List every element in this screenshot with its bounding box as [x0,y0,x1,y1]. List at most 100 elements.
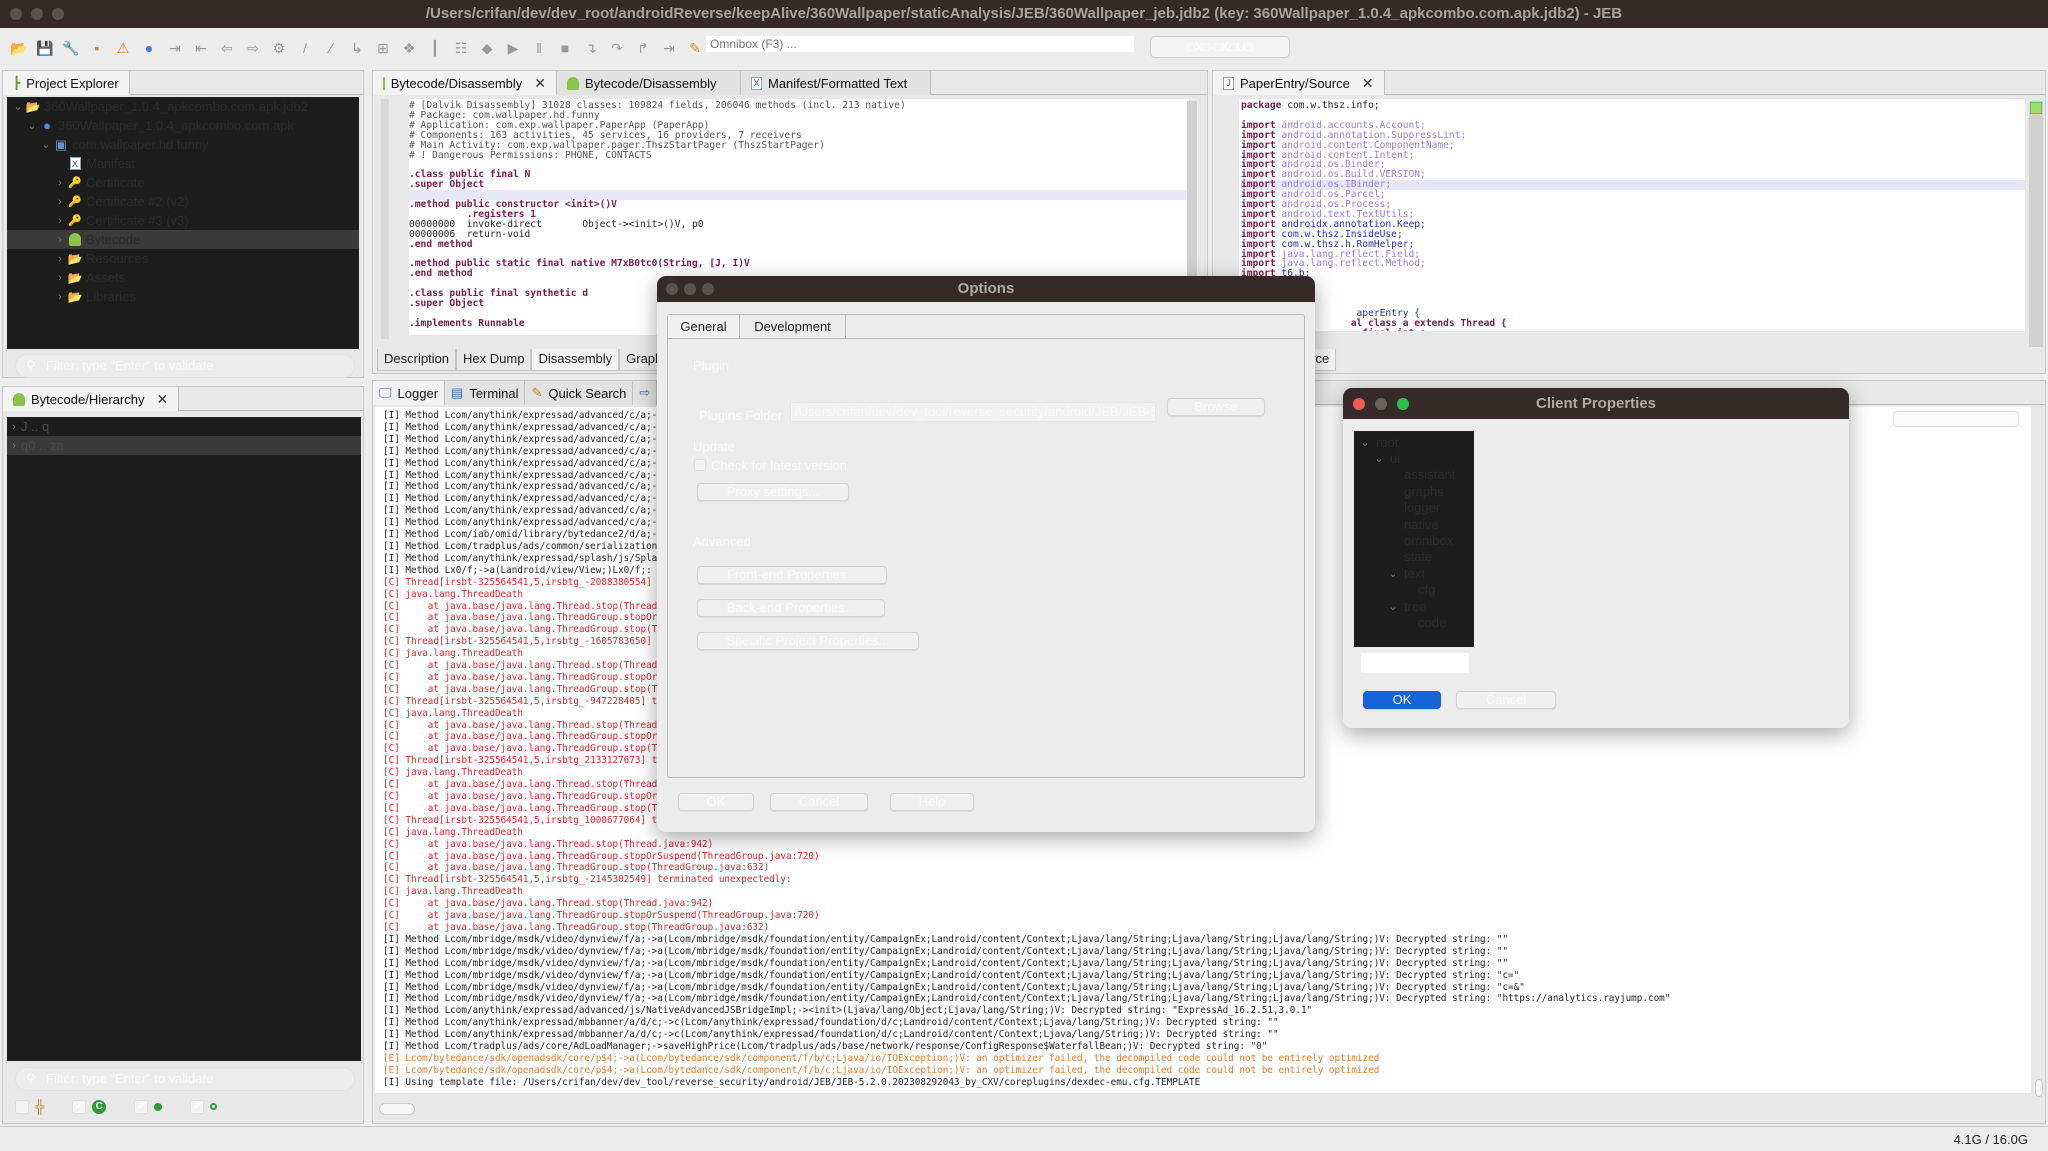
client-cancel-button[interactable]: Cancel [1456,691,1556,709]
tree-item[interactable]: › 📂 Assets [7,268,359,287]
close-tab-icon[interactable]: ✕ [534,75,546,92]
property-tree-item[interactable]: native [1354,516,1474,532]
logger-search-input[interactable] [1893,411,2019,427]
zoom-dialog-button[interactable] [702,283,714,295]
tab-editor-0[interactable]: Bytecode/Disassembly ✕ [373,71,557,95]
chevron-right-icon[interactable]: › [53,291,67,303]
open-folder-icon[interactable]: 📂 [10,39,28,57]
pause-icon[interactable]: ‖ [530,39,548,57]
chevron-down-icon[interactable]: ⌄ [11,100,25,113]
source-scrollbar[interactable] [2029,101,2043,347]
step-into-icon[interactable]: ↴ [582,39,600,57]
tree-item[interactable]: › 🔑 Certificate [7,173,359,192]
close-window-button[interactable] [10,8,22,20]
project-properties-button[interactable]: Specific Project Properties... [697,632,919,650]
project-filter-input[interactable]: ⚲ Filter: type "Enter" to validate [15,354,355,378]
step-over-icon[interactable]: ↷ [608,39,626,57]
property-tree-item[interactable]: graphs [1354,483,1474,499]
property-tree-item[interactable]: state [1354,549,1474,565]
tab-editor-1[interactable]: Bytecode/Disassembly [557,71,741,95]
tab-development[interactable]: Development [740,315,846,338]
check-latest-checkbox[interactable] [694,459,706,471]
tab-editor-2[interactable]: X Manifest/Formatted Text [741,71,931,95]
tab-console-more[interactable]: ⇨ [633,381,658,405]
filter-toggle[interactable]: ✓ [190,1099,218,1114]
tab-paperentry-source[interactable]: J PaperEntry/Source ✕ [1213,71,1385,95]
export-icon[interactable]: ⇤ [192,39,210,57]
filter-checkbox[interactable]: ✓ [72,1099,87,1114]
filter-checkbox[interactable]: ✓ [134,1099,149,1114]
chevron-down-icon[interactable]: ⌄ [1386,567,1400,580]
navigate-icon[interactable]: ↳ [348,39,366,57]
save-icon[interactable]: 💾 [36,39,54,57]
minimize-window-button[interactable] [31,8,43,20]
chevron-down-icon[interactable]: ⌄ [1386,600,1400,613]
run-to-icon[interactable]: ⇥ [660,39,678,57]
subtab-hex-dump[interactable]: Hex Dump [456,349,532,371]
options-help-button[interactable]: Help [890,793,974,811]
tree-item[interactable]: › J .. q [7,417,361,436]
property-value-input[interactable] [1361,653,1469,673]
chevron-right-icon[interactable]: › [53,215,67,227]
browse-button[interactable]: Browse [1167,398,1265,416]
zoom-dialog-button[interactable] [1397,398,1409,410]
chevron-down-icon[interactable]: ⌄ [1372,452,1386,465]
minimize-dialog-button[interactable] [684,283,696,295]
property-tree-item[interactable]: omnibox [1354,532,1474,548]
tree-item[interactable]: › Bytecode [7,230,359,249]
warning-icon[interactable]: ⚠ [114,39,132,57]
tab-general[interactable]: General [668,315,740,338]
tree-item[interactable]: ⌄ 📂 360Wallpaper_1.0.4_apkcombo.com.apk.jd… [7,97,359,116]
rename-icon[interactable]: ∕ [322,39,340,57]
proxy-settings-button[interactable]: Proxy settings... [697,483,849,501]
property-tree-item[interactable]: ⌄ text [1354,565,1474,581]
property-tree-item[interactable]: logger [1354,500,1474,516]
tree-item[interactable]: › q0 .. za [7,436,361,455]
chevron-right-icon[interactable]: › [53,272,67,284]
chevron-right-icon[interactable]: › [53,177,67,189]
frontend-properties-button[interactable]: Front-end Properties... [697,566,887,584]
hierarchy-filter-input[interactable]: ⚲ Filter: type "Enter" to validate [15,1067,355,1091]
tree-item[interactable]: › 🔑 Certificate #2 (v2) [7,192,359,211]
property-tree-item[interactable]: code [1354,614,1474,630]
filter-checkbox[interactable]: ✓ [190,1099,205,1114]
puzzle-icon[interactable]: ❖ [400,39,418,57]
import-icon[interactable]: ⇥ [166,39,184,57]
forward-icon[interactable]: ⇨ [244,39,262,57]
chevron-down-icon[interactable]: ⌄ [1358,436,1372,449]
chevron-right-icon[interactable]: › [53,234,67,246]
plugins-folder-input[interactable]: /Users/crifan/dev/dev_tool/reverse_secur… [790,402,1156,422]
filter-checkbox[interactable] [15,1099,29,1114]
split-icon[interactable]: ┃ [426,39,444,57]
debug-icon[interactable]: ⚙ [270,39,288,57]
options-ok-button[interactable]: OK [678,793,754,811]
property-tree-item[interactable]: ⌄ ui [1354,450,1474,466]
tab-console-quick-search[interactable]: ✎ Quick Search [525,381,634,405]
close-tab-icon[interactable]: ✕ [1362,75,1374,92]
chevron-down-icon[interactable]: ⌄ [39,138,53,151]
back-icon[interactable]: ⇦ [218,39,236,57]
property-tree-item[interactable]: cfg [1354,582,1474,598]
tree-item[interactable]: › 🔑 Certificate #3 (v3) [7,211,359,230]
filter-toggle[interactable]: ✓ C [72,1099,107,1114]
property-tree-item[interactable]: assistant [1354,467,1474,483]
comment-icon[interactable]: / [296,39,314,57]
client-ok-button[interactable]: OK [1363,691,1441,709]
step-out-icon[interactable]: ↱ [634,39,652,57]
globe-icon[interactable]: ● [140,39,158,57]
logger-v-scrollbar[interactable] [2035,1079,2043,1097]
property-tree-item[interactable]: ⌄ root [1354,434,1474,450]
chevron-down-icon[interactable]: ⌄ [25,119,39,132]
backend-properties-button[interactable]: Back-end Properties... [697,599,885,617]
subtab-disassembly[interactable]: Disassembly [531,349,620,371]
tab-console-terminal[interactable]: ▤ Terminal [445,381,526,405]
source-view[interactable]: package com.w.thsz.info; import android.a… [1239,99,2025,331]
close-dialog-button[interactable] [666,283,678,295]
omnibox-input[interactable] [706,36,1134,52]
close-dialog-button[interactable] [1353,398,1365,410]
tree-item[interactable]: ⌄ ● 360Wallpaper_1.0.4_apkcombo.com.apk [7,116,359,135]
tree-item[interactable]: ⌄ ▣ com.wallpaper.hd.funny [7,135,359,154]
minimize-dialog-button[interactable] [1375,398,1387,410]
tab-bytecode-hierarchy[interactable]: Bytecode/Hierarchy ✕ [3,387,180,411]
run-icon[interactable]: ▶ [504,39,522,57]
